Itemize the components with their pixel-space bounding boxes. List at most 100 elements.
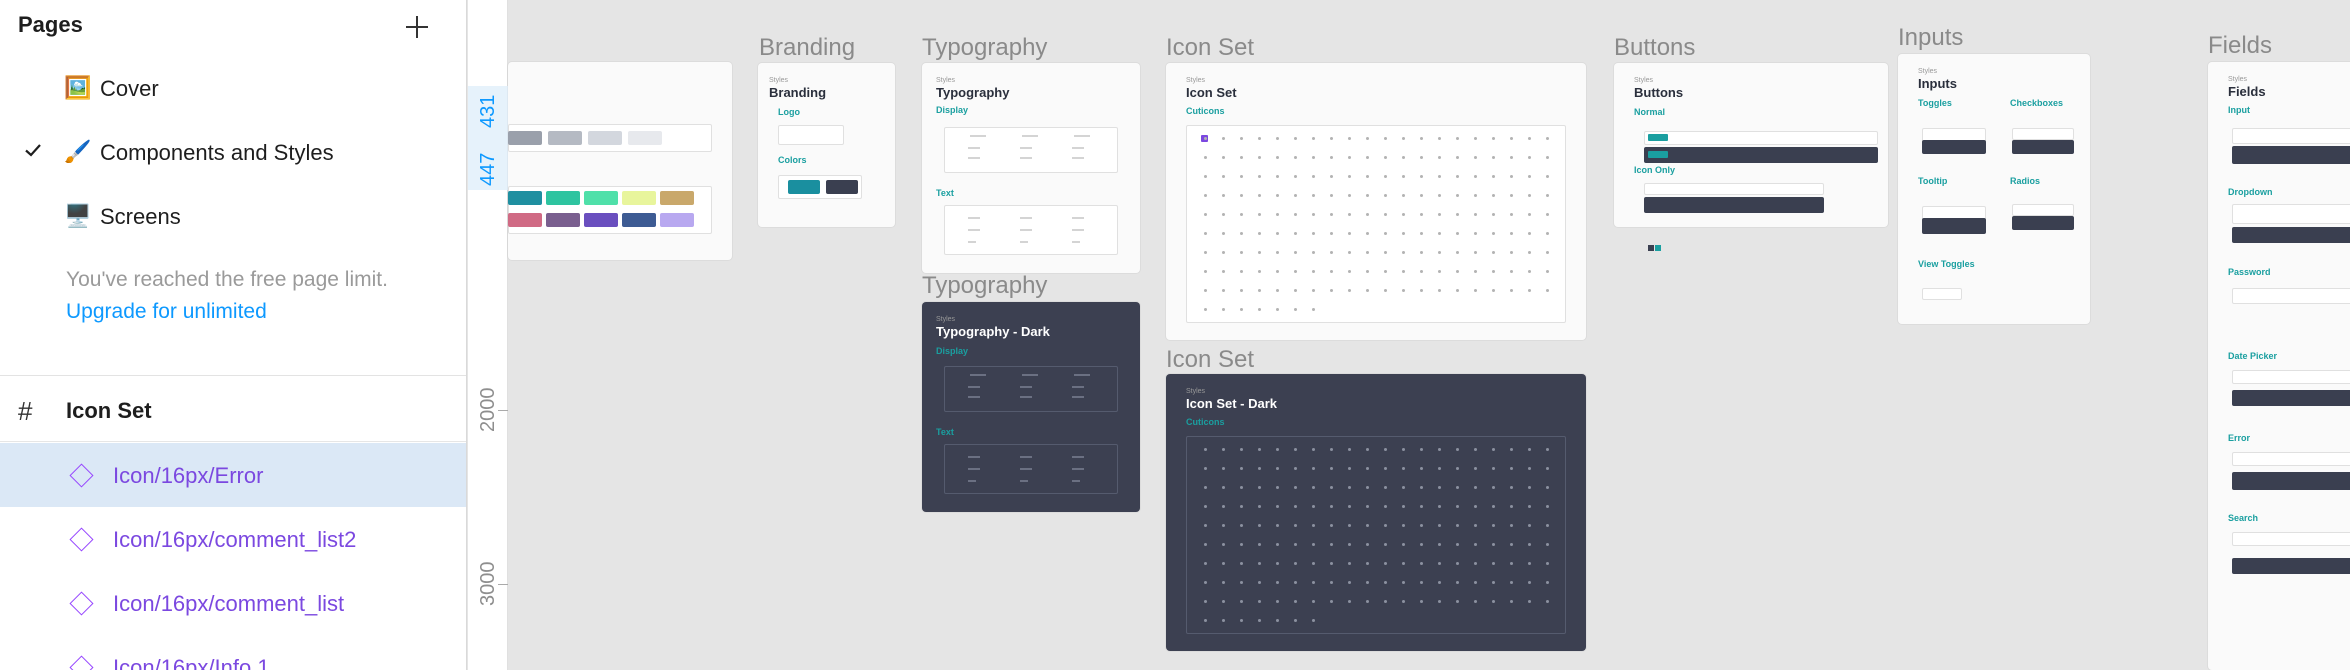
ruler-tick — [498, 584, 508, 585]
frame-fields[interactable]: Styles Fields Input Dropdown Password Da… — [2208, 62, 2350, 670]
layer-item[interactable]: Icon/16px/Error — [0, 443, 466, 507]
plus-icon[interactable] — [400, 10, 434, 44]
icon-thumbnail — [1366, 232, 1369, 235]
icon-thumbnail — [1510, 289, 1513, 292]
icon-thumbnail — [1312, 448, 1315, 451]
small-component[interactable] — [1655, 245, 1661, 251]
layer-item[interactable]: Icon/16px/comment_list2 — [0, 507, 466, 571]
text-line — [968, 147, 980, 149]
icon-thumbnail — [1276, 137, 1279, 140]
icon-thumbnail — [1276, 486, 1279, 489]
icon-thumbnail — [1258, 289, 1261, 292]
icon-thumbnail — [1204, 270, 1207, 273]
icon-thumbnail — [1456, 232, 1459, 235]
icon-thumbnail — [1474, 270, 1477, 273]
design-canvas[interactable]: 431 447 2000 3000 Branding Styles Brandi… — [468, 0, 2350, 670]
icon-thumbnail — [1312, 619, 1315, 622]
icon-button-row-dark — [1644, 197, 1824, 213]
frame-heading: Icon Set - Dark — [1186, 396, 1278, 411]
frame-section: Colors — [778, 155, 807, 165]
swatch — [508, 191, 542, 205]
layer-item[interactable]: Icon/16px/Info 1 — [0, 635, 466, 670]
icon-thumbnail — [1474, 251, 1477, 254]
frame-buttons[interactable]: Styles Buttons Normal Icon Only — [1614, 63, 1888, 227]
icon-thumbnail — [1366, 289, 1369, 292]
frame-heading: Buttons — [1634, 85, 1684, 100]
icon-thumbnail — [1258, 448, 1261, 451]
icon-thumbnail — [1312, 194, 1315, 197]
icon-thumbnail — [1258, 505, 1261, 508]
icon-thumbnail — [1258, 619, 1261, 622]
icon-thumbnail — [1438, 251, 1441, 254]
icon-thumbnail — [1312, 505, 1315, 508]
icon-thumbnail — [1312, 213, 1315, 216]
upgrade-link[interactable]: Upgrade for unlimited — [66, 300, 267, 324]
icon-thumbnail — [1456, 467, 1459, 470]
icon-thumbnail — [1384, 213, 1387, 216]
icon-thumbnail — [1402, 581, 1405, 584]
icon-thumbnail — [1438, 505, 1441, 508]
icon-thumbnail — [1204, 505, 1207, 508]
icon-thumbnail — [1240, 270, 1243, 273]
icon-grid — [1186, 125, 1566, 323]
frame-icon-set-dark[interactable]: Styles Icon Set - Dark Cuticons — [1166, 374, 1586, 651]
icon-thumbnail — [1384, 600, 1387, 603]
icon-thumbnail — [1204, 581, 1207, 584]
frame-heading: Typography - Dark — [936, 324, 1050, 339]
icon-thumbnail — [1420, 137, 1423, 140]
text-line — [968, 468, 980, 470]
small-component[interactable] — [1648, 245, 1654, 251]
frame-section: Text — [936, 427, 954, 437]
icon-thumbnail — [1204, 213, 1207, 216]
icon-thumbnail — [1258, 562, 1261, 565]
styles-label: Styles — [936, 316, 956, 323]
frame-partial-left[interactable] — [508, 62, 732, 260]
icon-thumbnail — [1330, 562, 1333, 565]
page-item-screens[interactable]: 🖥️ Screens — [0, 191, 466, 243]
icon-thumbnail — [1492, 194, 1495, 197]
frame-typography-dark[interactable]: Styles Typography - Dark Display Text — [922, 302, 1140, 512]
icon-thumbnail — [1330, 251, 1333, 254]
icon-thumbnail — [1384, 175, 1387, 178]
swatch — [826, 180, 858, 194]
icon-thumbnail — [1366, 213, 1369, 216]
icon-thumbnail — [1456, 524, 1459, 527]
swatch — [584, 191, 618, 205]
icon-thumbnail — [1456, 581, 1459, 584]
swatch — [546, 213, 580, 227]
frame-icon-set[interactable]: Styles Icon Set Cuticons — [1166, 63, 1586, 340]
frame-section: Radios — [2010, 176, 2041, 186]
icon-thumbnail — [1366, 467, 1369, 470]
icon-thumbnail — [1528, 137, 1531, 140]
page-item-cover[interactable]: 🖼️ Cover — [0, 63, 466, 115]
icon-thumbnail — [1258, 467, 1261, 470]
layer-frame-icon-set[interactable]: # Icon Set — [0, 378, 466, 442]
icon-thumbnail — [1528, 467, 1531, 470]
icon-thumbnail — [1438, 600, 1441, 603]
icon-thumbnail — [1348, 543, 1351, 546]
layer-item[interactable]: Icon/16px/comment_list — [0, 571, 466, 635]
frame-inputs[interactable]: Styles Inputs Toggles Checkboxes Tooltip… — [1898, 54, 2090, 324]
icon-thumbnail — [1474, 156, 1477, 159]
page-item-components-and-styles[interactable]: 🖌️ Components and Styles — [0, 127, 466, 179]
icon-thumbnail — [1456, 251, 1459, 254]
frame-section: Input — [2228, 105, 2250, 115]
icon-thumbnail — [1438, 270, 1441, 273]
icon-thumbnail — [1474, 543, 1477, 546]
icon-thumbnail — [1348, 524, 1351, 527]
frame-heading: Icon Set — [1186, 85, 1237, 100]
icon-thumbnail — [1348, 194, 1351, 197]
component-instance-icon — [69, 591, 94, 616]
icon-thumbnail — [1258, 251, 1261, 254]
icon-thumbnail — [1438, 562, 1441, 565]
icon-thumbnail — [1546, 524, 1549, 527]
frame-branding[interactable]: Styles Branding Logo Colors — [758, 63, 895, 227]
icon-thumbnail — [1384, 543, 1387, 546]
icon-thumbnail — [1240, 175, 1243, 178]
icon-thumbnail — [1474, 137, 1477, 140]
icon-thumbnail — [1456, 213, 1459, 216]
frame-section: View Toggles — [1918, 259, 1975, 269]
swatch — [622, 191, 656, 205]
icon-thumbnail — [1294, 232, 1297, 235]
frame-typography[interactable]: Styles Typography Display Text — [922, 63, 1140, 273]
